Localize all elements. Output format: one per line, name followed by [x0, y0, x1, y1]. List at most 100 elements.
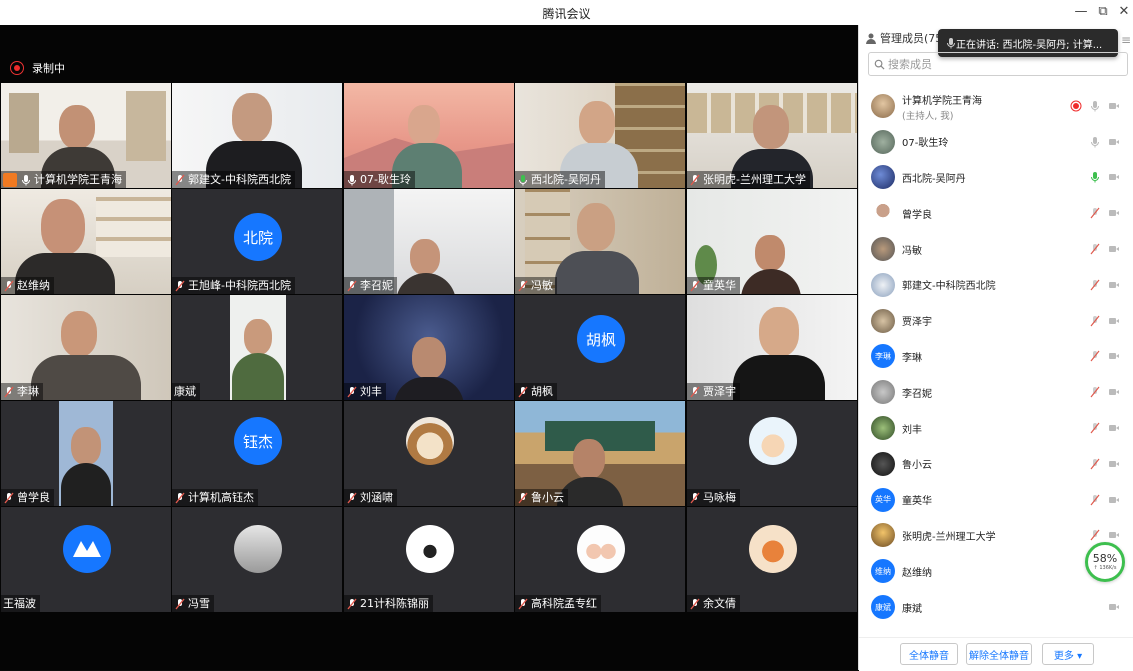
- camera-icon[interactable]: [1108, 422, 1120, 434]
- mic-muted-icon[interactable]: [1089, 529, 1101, 541]
- avatar-tile[interactable]: 21计科陈锦丽: [344, 507, 514, 612]
- mic-muted-icon[interactable]: [1089, 279, 1101, 291]
- camera-icon[interactable]: [1108, 207, 1120, 219]
- avatar-tile[interactable]: 钰杰 计算机高钰杰: [172, 401, 342, 506]
- mic-muted-icon: [517, 280, 529, 292]
- recording-indicator[interactable]: 录制中: [10, 58, 65, 78]
- network-status-badge[interactable]: 58% ↑ 136K/s: [1085, 542, 1125, 582]
- close-button[interactable]: ✕: [1114, 3, 1133, 21]
- camera-icon[interactable]: [1108, 458, 1120, 470]
- search-input[interactable]: 搜索成员: [868, 52, 1128, 76]
- avatar-tile[interactable]: 余文倩: [687, 507, 857, 612]
- mic-muted-icon[interactable]: [1089, 315, 1101, 327]
- search-placeholder: 搜索成员: [888, 58, 932, 71]
- video-tile[interactable]: 曾学良: [1, 401, 171, 506]
- member-item[interactable]: 鲁小云: [859, 446, 1133, 482]
- camera-icon[interactable]: [1108, 136, 1120, 148]
- participant-name: 刘涵啸: [360, 491, 393, 504]
- avatar: 胡枫: [577, 315, 625, 363]
- camera-icon[interactable]: [1108, 171, 1120, 183]
- camera-icon[interactable]: [1108, 350, 1120, 362]
- participant-name: 高科院孟专红: [531, 597, 597, 610]
- video-tile[interactable]: 赵维纳: [1, 189, 171, 294]
- member-name: 李召妮: [902, 388, 932, 400]
- mic-muted-icon[interactable]: [1089, 207, 1101, 219]
- video-tile[interactable]: 刘丰: [344, 295, 514, 400]
- panel-menu-icon[interactable]: ≡: [1121, 33, 1131, 47]
- camera-icon[interactable]: [1108, 529, 1120, 541]
- member-item[interactable]: 李琳 李琳: [859, 339, 1133, 375]
- video-tile[interactable]: 郭建文-中科院西北院: [172, 83, 342, 188]
- member-name: 曾学良: [902, 209, 932, 221]
- avatar-tile[interactable]: 马咏梅: [687, 401, 857, 506]
- video-tile[interactable]: 李召妮: [344, 189, 514, 294]
- unmute-all-button[interactable]: 解除全体静音: [966, 643, 1032, 665]
- video-tile-active-speaker[interactable]: 西北院-吴阿丹: [515, 83, 685, 188]
- member-name: 鲁小云: [902, 460, 932, 472]
- camera-icon[interactable]: [1108, 386, 1120, 398]
- avatar: 李琳: [871, 344, 895, 369]
- video-tile[interactable]: 张明虎-兰州理工大学: [687, 83, 857, 188]
- video-tile[interactable]: 贾泽宇: [687, 295, 857, 400]
- mute-all-button[interactable]: 全体静音: [900, 643, 958, 665]
- participant-name: 赵维纳: [17, 279, 50, 292]
- member-name: 赵维纳: [902, 567, 932, 579]
- participant-name: 李召妮: [360, 279, 393, 292]
- mic-speaking-icon[interactable]: [1089, 171, 1101, 183]
- mic-speaking-icon: [517, 174, 529, 186]
- member-item[interactable]: 李召妮: [859, 374, 1133, 410]
- video-tile[interactable]: 鲁小云: [515, 401, 685, 506]
- record-icon: [1070, 100, 1082, 112]
- mic-muted-icon: [174, 492, 186, 504]
- panel-footer: 全体静音 解除全体静音 更多 ▾: [859, 637, 1133, 671]
- camera-icon[interactable]: [1108, 601, 1120, 613]
- participant-name: 李琳: [17, 385, 39, 398]
- member-item[interactable]: 07-耿生玲: [859, 124, 1133, 160]
- participant-name: 21计科陈锦丽: [360, 597, 429, 610]
- more-button[interactable]: 更多 ▾: [1042, 643, 1094, 665]
- member-item[interactable]: 英华 童英华: [859, 482, 1133, 518]
- member-item[interactable]: 刘丰: [859, 410, 1133, 446]
- camera-icon[interactable]: [1108, 494, 1120, 506]
- member-item[interactable]: 康斌 康斌: [859, 589, 1133, 625]
- restore-button[interactable]: ⧉: [1093, 3, 1113, 21]
- avatar-tile[interactable]: 王福波: [1, 507, 171, 612]
- mic-muted-icon[interactable]: [1089, 422, 1101, 434]
- camera-icon[interactable]: [1108, 243, 1120, 255]
- member-item[interactable]: 西北院-吴阿丹: [859, 160, 1133, 196]
- member-item[interactable]: 曾学良: [859, 195, 1133, 231]
- camera-icon[interactable]: [1108, 315, 1120, 327]
- mic-icon[interactable]: [1089, 136, 1101, 148]
- video-tile[interactable]: 康斌: [172, 295, 342, 400]
- avatar-tile[interactable]: 冯雪: [172, 507, 342, 612]
- video-tile[interactable]: 07-耿生玲: [344, 83, 514, 188]
- camera-icon[interactable]: [1108, 100, 1120, 112]
- mic-icon: [945, 37, 957, 49]
- member-item[interactable]: 贾泽宇: [859, 303, 1133, 339]
- video-tile[interactable]: 计算机学院王青海: [1, 83, 171, 188]
- mic-muted-icon[interactable]: [1089, 350, 1101, 362]
- minimize-button[interactable]: —: [1071, 3, 1091, 21]
- member-name: 童英华: [902, 496, 932, 508]
- video-tile[interactable]: 童英华: [687, 189, 857, 294]
- member-item[interactable]: 郭建文-中科院西北院: [859, 267, 1133, 303]
- member-name: 郭建文-中科院西北院: [902, 281, 996, 293]
- mic-muted-icon[interactable]: [1089, 386, 1101, 398]
- mic-muted-icon[interactable]: [1089, 458, 1101, 470]
- mic-icon[interactable]: [1089, 100, 1101, 112]
- avatar-tile[interactable]: 高科院孟专红: [515, 507, 685, 612]
- video-tile[interactable]: 李琳: [1, 295, 171, 400]
- participant-name: 康斌: [174, 385, 196, 398]
- member-item[interactable]: 冯敏: [859, 231, 1133, 267]
- avatar-tile[interactable]: 刘涵啸: [344, 401, 514, 506]
- mic-muted-icon: [174, 174, 186, 186]
- avatar-tile[interactable]: 北院 王旭峰-中科院西北院: [172, 189, 342, 294]
- avatar-tile[interactable]: 胡枫 胡枫: [515, 295, 685, 400]
- video-tile[interactable]: 冯敏: [515, 189, 685, 294]
- mic-muted-icon[interactable]: [1089, 494, 1101, 506]
- participant-name: 07-耿生玲: [360, 173, 411, 186]
- mic-muted-icon[interactable]: [1089, 243, 1101, 255]
- member-item[interactable]: 计算机学院王青海 (主持人, 我): [859, 88, 1133, 124]
- camera-icon[interactable]: [1108, 279, 1120, 291]
- participant-name: 刘丰: [360, 385, 382, 398]
